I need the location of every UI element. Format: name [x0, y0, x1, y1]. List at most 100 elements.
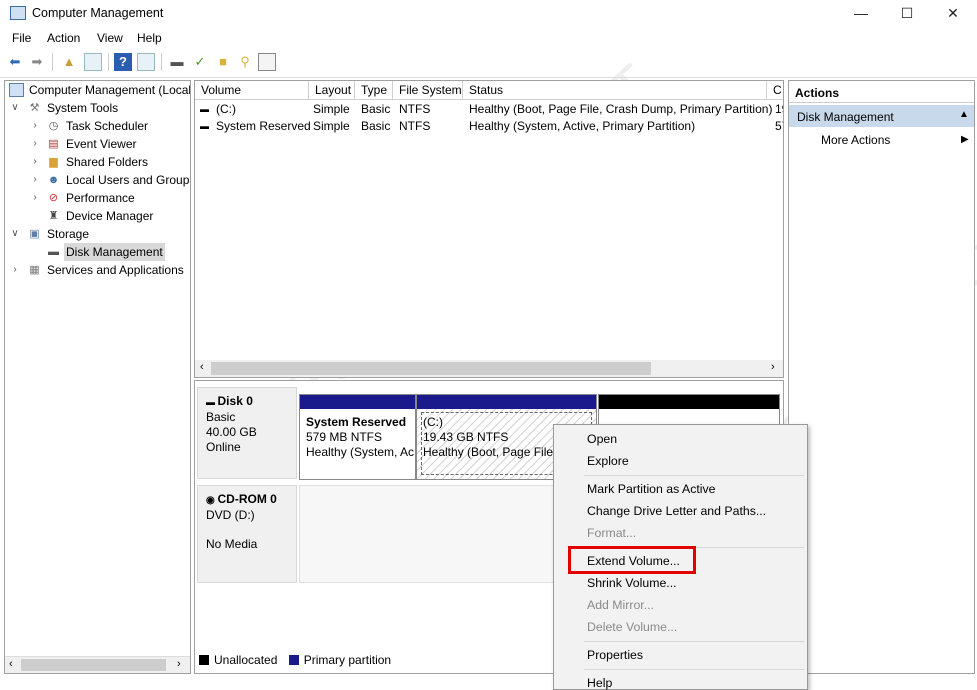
chevron-down-icon[interactable]: ∨ — [9, 99, 21, 117]
disk-0-header[interactable]: ▬ Disk 0 Basic 40.00 GB Online — [197, 387, 297, 479]
scrollbar-thumb[interactable] — [21, 659, 166, 671]
column-header-file-system[interactable]: File System — [393, 81, 463, 100]
event-viewer-icon: ▤ — [48, 138, 59, 150]
cell-file-system: NTFS — [399, 102, 431, 116]
chevron-right-icon[interactable]: › — [29, 117, 41, 135]
tree-item-label: Disk Management — [64, 243, 165, 261]
cell-volume: (C:) — [216, 102, 236, 116]
column-header-type[interactable]: Type — [355, 81, 393, 100]
legend-unallocated: Unallocated — [214, 653, 278, 667]
menu-separator — [584, 641, 804, 642]
actions-pane: Actions Disk Management ▲ More Actions ▶ — [788, 80, 975, 674]
connect-icon[interactable]: ▬ — [168, 53, 186, 71]
collapse-up-icon[interactable]: ▲ — [959, 109, 969, 120]
menu-bar: File Action View Help — [0, 28, 977, 48]
unallocated-swatch — [199, 655, 209, 665]
menu-file[interactable]: File — [12, 31, 31, 45]
clock-icon: ◷ — [48, 120, 59, 132]
disk-icon: ▬ — [206, 397, 218, 407]
partition-size: 19.43 GB NTFS — [423, 430, 509, 444]
folder-icon: ▆ — [49, 156, 58, 168]
menu-item-properties[interactable]: Properties — [587, 648, 643, 662]
primary-partition-bar — [300, 395, 415, 409]
disk-icon: ▬ — [48, 246, 59, 258]
tree-item-label: Computer Management (Local — [29, 83, 191, 97]
disk-type: Basic — [206, 410, 236, 424]
scroll-left-icon[interactable]: ‹ — [200, 361, 204, 373]
cell-capacity: 57 — [775, 119, 783, 133]
cell-status: Healthy (Boot, Page File, Crash Dump, Pr… — [469, 102, 773, 116]
partition-status: Healthy (Boot, Page File, — [423, 445, 557, 459]
cell-status: Healthy (System, Active, Primary Partiti… — [469, 119, 696, 133]
scroll-left-icon[interactable]: ‹ — [9, 658, 13, 670]
actions-section-disk-management[interactable]: Disk Management ▲ — [789, 105, 974, 127]
menu-item-mark-partition-active[interactable]: Mark Partition as Active — [587, 482, 715, 496]
column-header-capacity[interactable]: C — [767, 81, 783, 100]
close-button[interactable]: ✕ — [930, 0, 976, 28]
chevron-right-icon[interactable]: › — [29, 153, 41, 171]
search-icon[interactable]: ⚲ — [236, 53, 254, 71]
table-row[interactable]: ▬ System Reserved Simple Basic NTFS Heal… — [195, 118, 783, 135]
tree-item-label: Device Manager — [66, 209, 154, 223]
properties-icon[interactable] — [258, 53, 276, 71]
open-folder-icon[interactable]: ■ — [214, 53, 232, 71]
volume-list-horizontal-scrollbar[interactable]: ‹ › — [195, 360, 783, 377]
menu-item-help[interactable]: Help — [587, 676, 612, 690]
chevron-right-icon[interactable]: › — [29, 171, 41, 189]
minimize-button[interactable]: — — [838, 0, 884, 28]
tree-item-label: Task Scheduler — [66, 119, 149, 133]
menu-item-change-drive-letter[interactable]: Change Drive Letter and Paths... — [587, 504, 766, 518]
toolbar-separator — [52, 53, 53, 71]
chevron-right-icon[interactable]: › — [29, 135, 41, 153]
scrollbar-thumb[interactable] — [211, 362, 651, 375]
more-actions[interactable]: More Actions — [821, 133, 890, 147]
volume-drive-icon: ▬ — [200, 104, 209, 114]
column-header-layout[interactable]: Layout — [309, 81, 355, 100]
menu-item-format: Format... — [587, 526, 637, 540]
device-manager-icon: ♜ — [48, 210, 59, 222]
cell-type: Basic — [361, 102, 391, 116]
tree-item-label: Local Users and Groups — [66, 173, 191, 187]
check-icon[interactable]: ✓ — [191, 53, 209, 71]
chevron-right-icon[interactable]: › — [29, 189, 41, 207]
menu-item-open[interactable]: Open — [587, 432, 617, 446]
scroll-right-icon[interactable]: › — [771, 361, 775, 373]
maximize-button[interactable]: ☐ — [884, 0, 930, 28]
cdrom-name: CD-ROM 0 — [217, 492, 277, 506]
table-row[interactable]: ▬ (C:) Simple Basic NTFS Healthy (Boot, … — [195, 101, 783, 118]
cdrom-0-header[interactable]: ◉ CD-ROM 0 DVD (D:) No Media — [197, 485, 297, 583]
column-header-volume[interactable]: Volume — [195, 81, 309, 100]
tree-horizontal-scrollbar[interactable]: ‹ › — [5, 656, 190, 673]
storage-icon: ▣ — [29, 228, 40, 240]
menu-help[interactable]: Help — [137, 31, 162, 45]
services-icon: ▦ — [29, 264, 40, 276]
menu-separator — [584, 475, 804, 476]
chevron-right-icon[interactable]: › — [9, 261, 21, 279]
back-arrow-icon[interactable]: ⬅ — [6, 53, 24, 71]
menu-item-shrink-volume[interactable]: Shrink Volume... — [587, 576, 677, 590]
title-bar: Computer Management — ☐ ✕ — [0, 0, 977, 28]
column-header-status[interactable]: Status — [463, 81, 767, 100]
cell-type: Basic — [361, 119, 391, 133]
tree-item-label: Event Viewer — [66, 137, 137, 151]
menu-view[interactable]: View — [97, 31, 123, 45]
partition-size: 579 MB NTFS — [306, 430, 383, 444]
actions-header: Actions — [789, 81, 974, 103]
chevron-down-icon[interactable]: ∨ — [9, 225, 21, 243]
partition-system-reserved[interactable]: System Reserved 579 MB NTFS Healthy (Sys… — [299, 394, 416, 480]
toolbar-separator — [161, 53, 162, 71]
tools-icon: ⚒ — [29, 102, 40, 114]
submenu-arrow-icon[interactable]: ▶ — [961, 134, 969, 145]
forward-arrow-icon[interactable]: ➡ — [28, 53, 46, 71]
show-hide-action-pane-icon[interactable] — [137, 53, 155, 71]
up-folder-icon[interactable]: ▲ — [60, 53, 78, 71]
extend-volume-highlight — [568, 546, 696, 574]
scroll-right-icon[interactable]: › — [177, 658, 181, 670]
menu-action[interactable]: Action — [47, 31, 80, 45]
cell-layout: Simple — [313, 102, 350, 116]
tree-item-label: Storage — [47, 227, 90, 241]
disk-size: 40.00 GB — [206, 425, 257, 439]
show-hide-tree-icon[interactable] — [84, 53, 102, 71]
menu-item-explore[interactable]: Explore — [587, 454, 629, 468]
help-icon[interactable]: ? — [114, 53, 132, 71]
